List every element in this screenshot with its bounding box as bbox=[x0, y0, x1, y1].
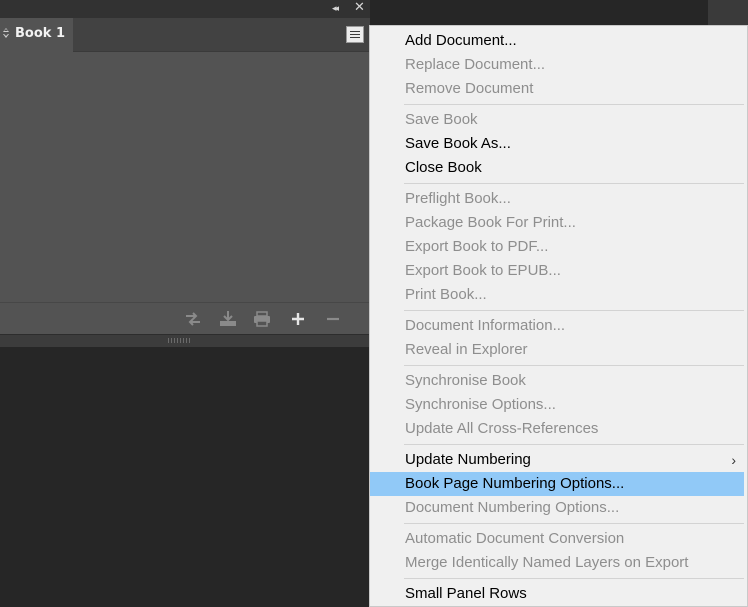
menu-item-label: Update All Cross-References bbox=[405, 420, 599, 437]
menu-item-label: Save Book As... bbox=[405, 135, 511, 152]
menu-item-label: Save Book bbox=[405, 111, 478, 128]
menu-item-print-book[interactable]: Print Book... bbox=[370, 283, 744, 307]
panel-resize-grip[interactable] bbox=[0, 334, 370, 347]
menu-separator bbox=[404, 310, 744, 311]
menu-item-update-numbering[interactable]: Update Numbering › bbox=[370, 448, 744, 472]
menu-item-save-book-as[interactable]: Save Book As... bbox=[370, 132, 744, 156]
menu-item-merge-identically-named-layers-on-export[interactable]: Merge Identically Named Layers on Export bbox=[370, 551, 744, 575]
menu-item-replace-document[interactable]: Replace Document... bbox=[370, 53, 744, 77]
tab-reorder-icon bbox=[3, 28, 9, 42]
menu-item-export-book-to-pdf[interactable]: Export Book to PDF... bbox=[370, 235, 744, 259]
menu-item-save-book[interactable]: Save Book bbox=[370, 108, 744, 132]
menu-item-close-book[interactable]: Close Book bbox=[370, 156, 744, 180]
menu-separator bbox=[404, 104, 744, 105]
menu-item-label: Merge Identically Named Layers on Export bbox=[405, 554, 689, 571]
menu-item-update-all-cross-references[interactable]: Update All Cross-References bbox=[370, 417, 744, 441]
menu-item-label: Book Page Numbering Options... bbox=[405, 475, 625, 492]
remove-document-icon[interactable] bbox=[323, 310, 343, 328]
menu-item-label: Document Numbering Options... bbox=[405, 499, 620, 516]
background-window-edge bbox=[708, 0, 748, 28]
menu-item-label: Close Book bbox=[405, 159, 482, 176]
grip-dots-icon bbox=[168, 338, 192, 343]
collapse-panel-icon[interactable]: ◂◂ bbox=[332, 2, 339, 16]
menu-separator bbox=[404, 578, 744, 579]
menu-item-label: Synchronise Options... bbox=[405, 396, 556, 413]
print-book-icon[interactable] bbox=[252, 310, 272, 328]
menu-item-document-numbering-options[interactable]: Document Numbering Options... bbox=[370, 496, 744, 520]
panel-menu-button[interactable] bbox=[346, 26, 364, 43]
panel-tab-bar: Book 1 bbox=[0, 18, 370, 52]
tab-label: Book 1 bbox=[15, 26, 65, 41]
book-panel: ◂◂ ✕ Book 1 bbox=[0, 0, 370, 347]
menu-item-label: Small Panel Rows bbox=[405, 585, 527, 602]
menu-item-label: Export Book to PDF... bbox=[405, 238, 549, 255]
synchronize-icon[interactable] bbox=[183, 310, 203, 328]
panel-title-bar: ◂◂ ✕ bbox=[0, 0, 370, 18]
menu-item-reveal-in-explorer[interactable]: Reveal in Explorer bbox=[370, 338, 744, 362]
menu-item-label: Preflight Book... bbox=[405, 190, 511, 207]
menu-item-label: Replace Document... bbox=[405, 56, 546, 73]
menu-item-label: Print Book... bbox=[405, 286, 487, 303]
save-book-icon[interactable] bbox=[218, 310, 238, 328]
close-panel-icon[interactable]: ✕ bbox=[354, 1, 365, 15]
menu-item-label: Update Numbering bbox=[405, 451, 531, 468]
menu-separator bbox=[404, 365, 744, 366]
menu-item-remove-document[interactable]: Remove Document bbox=[370, 77, 744, 101]
menu-item-add-document[interactable]: Add Document... bbox=[370, 29, 744, 53]
menu-item-label: Document Information... bbox=[405, 317, 566, 334]
menu-separator bbox=[404, 523, 744, 524]
menu-item-synchronise-book[interactable]: Synchronise Book bbox=[370, 369, 744, 393]
menu-item-synchronise-options[interactable]: Synchronise Options... bbox=[370, 393, 744, 417]
menu-item-preflight-book[interactable]: Preflight Book... bbox=[370, 187, 744, 211]
menu-item-package-book-for-print[interactable]: Package Book For Print... bbox=[370, 211, 744, 235]
menu-separator bbox=[404, 183, 744, 184]
menu-item-label: Remove Document bbox=[405, 80, 534, 97]
add-document-icon[interactable] bbox=[288, 310, 308, 328]
menu-item-label: Reveal in Explorer bbox=[405, 341, 528, 358]
book-document-list[interactable] bbox=[0, 52, 370, 301]
panel-footer bbox=[0, 302, 370, 335]
menu-item-label: Export Book to EPUB... bbox=[405, 262, 561, 279]
menu-separator bbox=[404, 444, 744, 445]
menu-item-label: Automatic Document Conversion bbox=[405, 530, 625, 547]
panel-context-menu: Add Document... Replace Document... Remove… bbox=[369, 25, 748, 607]
menu-item-document-information[interactable]: Document Information... bbox=[370, 314, 744, 338]
menu-item-export-book-to-epub[interactable]: Export Book to EPUB... bbox=[370, 259, 744, 283]
menu-item-automatic-document-conversion[interactable]: Automatic Document Conversion bbox=[370, 527, 744, 551]
tab-book-1[interactable]: Book 1 bbox=[0, 18, 73, 52]
menu-item-label: Package Book For Print... bbox=[405, 214, 576, 231]
menu-item-label: Synchronise Book bbox=[405, 372, 526, 389]
submenu-chevron-icon: › bbox=[731, 452, 736, 468]
menu-item-book-page-numbering-options[interactable]: Book Page Numbering Options... bbox=[370, 472, 744, 496]
menu-item-label: Add Document... bbox=[405, 32, 517, 49]
menu-item-small-panel-rows[interactable]: Small Panel Rows bbox=[370, 582, 744, 606]
